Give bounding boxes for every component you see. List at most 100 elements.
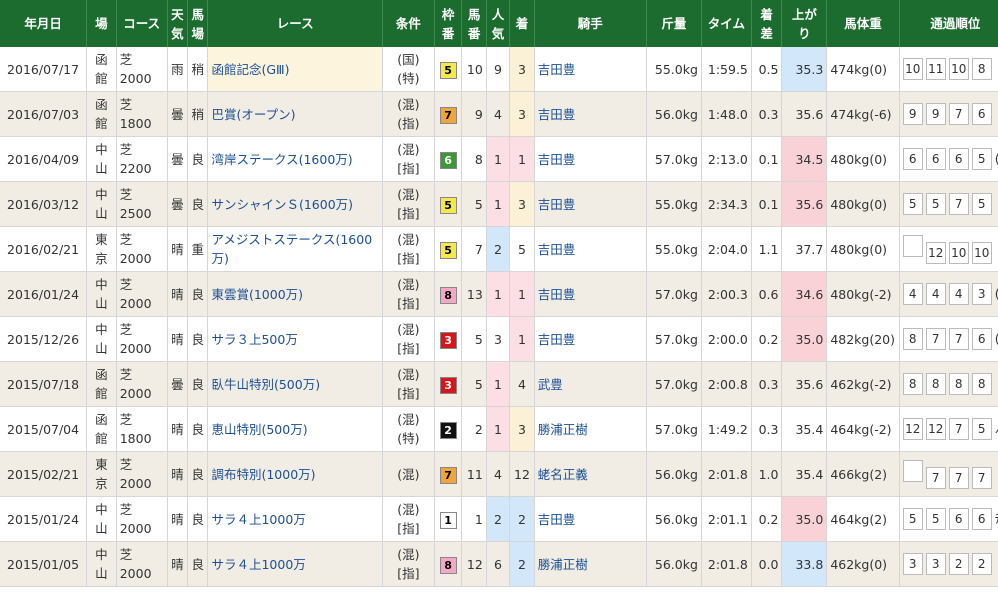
- header-popularity[interactable]: 人気: [486, 0, 511, 47]
- date-cell: 2016/03/12: [0, 181, 88, 227]
- header-waku[interactable]: 枠番: [434, 0, 463, 47]
- header-condition[interactable]: 条件: [382, 0, 435, 47]
- waku-badge: 8: [439, 556, 457, 574]
- waku-cell: 8: [434, 271, 463, 317]
- race-name-cell: アメジストステークス(1600万): [207, 226, 383, 272]
- pass-position: 7: [948, 466, 969, 489]
- finish-cell: 1: [509, 136, 535, 182]
- pass-position: 8: [948, 373, 969, 395]
- jockey-link[interactable]: 吉田豊: [538, 332, 576, 347]
- track-cell: 良: [187, 451, 209, 497]
- header-finish[interactable]: 着: [509, 0, 535, 47]
- jockey-link[interactable]: 吉田豊: [538, 287, 576, 302]
- jockey-cell: 勝浦正樹: [534, 541, 647, 587]
- time-cell: 1:48.0: [701, 91, 752, 137]
- pass-position: 8: [902, 328, 923, 350]
- jockey-cell: 吉田豊: [534, 316, 647, 362]
- pass-position: 3: [902, 553, 923, 575]
- passing-order-cell: 8776(: [899, 316, 998, 362]
- race-link[interactable]: サンシャインＳ(1600万): [211, 197, 353, 212]
- jockey-link[interactable]: 吉田豊: [538, 62, 576, 77]
- jockey-link[interactable]: 吉田豊: [538, 197, 576, 212]
- header-passing-order[interactable]: 通過順位: [899, 0, 998, 47]
- race-link[interactable]: サラ４上1000万: [211, 512, 305, 527]
- course-cell: 芝 2000: [116, 316, 168, 362]
- waku-badge: 5: [439, 196, 457, 214]
- table-row: 2016/04/09 中山 芝 2200 曇 良 湾岸ステークス(1600万) (…: [0, 136, 998, 182]
- body-weight-cell: 462kg(0): [826, 541, 900, 587]
- condition-cell: (混) [指]: [382, 226, 435, 272]
- date-cell: 2016/01/24: [0, 271, 88, 317]
- track-cell: 良: [187, 541, 209, 587]
- margin-cell: 0.2: [751, 316, 783, 362]
- header-place[interactable]: 場: [86, 0, 117, 47]
- table-row: 2016/02/21 東京 芝 2000 晴 重 アメジストステークス(1600万…: [0, 226, 998, 272]
- popularity-cell: 1: [486, 136, 511, 182]
- jockey-link[interactable]: 勝浦正樹: [538, 557, 588, 572]
- weather-cell: 雨: [167, 47, 189, 92]
- race-link[interactable]: 東雲賞(1000万): [211, 287, 303, 302]
- body-weight-cell: 474kg(-6): [826, 91, 900, 137]
- place-cell: 東京: [86, 451, 117, 497]
- passing-order-cell: 10 11 10 8: [899, 47, 998, 92]
- header-course[interactable]: コース: [116, 0, 168, 47]
- race-link[interactable]: アメジストステークス(1600万): [211, 232, 372, 266]
- place-cell: 中山: [86, 316, 117, 362]
- weather-cell: 曇: [167, 361, 189, 407]
- jockey-link[interactable]: 蛯名正義: [538, 467, 588, 482]
- header-umaban[interactable]: 馬番: [461, 0, 487, 47]
- pass-position: 10: [948, 241, 969, 264]
- pass-position: 3: [971, 283, 992, 305]
- popularity-cell: 4: [486, 91, 511, 137]
- race-link[interactable]: 巴賞(オープン): [211, 107, 295, 122]
- jockey-link[interactable]: 吉田豊: [538, 242, 576, 257]
- jockey-link[interactable]: 吉田豊: [538, 107, 576, 122]
- last3f-cell: 37.7: [781, 226, 828, 272]
- race-name-cell: 東雲賞(1000万): [207, 271, 383, 317]
- umaban-cell: 13: [461, 271, 487, 317]
- waku-cell: 2: [434, 406, 463, 452]
- umaban-cell: 11: [461, 451, 487, 497]
- course-cell: 芝 2000: [116, 47, 168, 92]
- condition-cell: (混) (指): [382, 91, 435, 137]
- header-weight[interactable]: 斤量: [646, 0, 702, 47]
- place-cell: 中山: [86, 496, 117, 542]
- jockey-link[interactable]: 吉田豊: [538, 512, 576, 527]
- body-weight-cell: 480kg(0): [826, 136, 900, 182]
- race-link[interactable]: 臥牛山特別(500万): [211, 377, 320, 392]
- header-date[interactable]: 年月日: [0, 0, 88, 47]
- header-race[interactable]: レース: [207, 0, 383, 47]
- popularity-cell: 3: [486, 316, 511, 362]
- race-link[interactable]: 恵山特別(500万): [211, 422, 307, 437]
- pass-position: 5: [971, 418, 992, 440]
- header-weather[interactable]: 天気: [167, 0, 189, 47]
- jockey-cell: 勝浦正樹: [534, 406, 647, 452]
- time-cell: 1:49.2: [701, 406, 752, 452]
- race-link[interactable]: 函館記念(GⅢ): [211, 62, 289, 77]
- time-cell: 2:13.0: [701, 136, 752, 182]
- race-link[interactable]: 調布特別(1000万): [211, 467, 315, 482]
- race-link[interactable]: サラ４上1000万: [211, 557, 305, 572]
- condition-cell: (混) [指]: [382, 496, 435, 542]
- table-row: 2016/03/12 中山 芝 2500 曇 良 サンシャインＳ(1600万) (…: [0, 181, 998, 227]
- last3f-cell: 34.6: [781, 271, 828, 317]
- header-body-weight[interactable]: 馬体重: [826, 0, 900, 47]
- header-margin[interactable]: 着差: [751, 0, 783, 47]
- pass-position: 4: [925, 283, 946, 305]
- jockey-link[interactable]: 吉田豊: [538, 152, 576, 167]
- header-track[interactable]: 馬場: [187, 0, 209, 47]
- race-link[interactable]: サラ３上500万: [211, 332, 297, 347]
- jockey-link[interactable]: 勝浦正樹: [538, 422, 588, 437]
- time-cell: 2:01.8: [701, 451, 752, 497]
- header-time[interactable]: タイム: [701, 0, 752, 47]
- place-cell: 中山: [86, 136, 117, 182]
- time-cell: 1:59.5: [701, 47, 752, 92]
- finish-cell: 3: [509, 47, 535, 92]
- header-last3f[interactable]: 上がり: [781, 0, 828, 47]
- waku-cell: 5: [434, 226, 463, 272]
- jockey-link[interactable]: 武豊: [538, 377, 563, 392]
- header-jockey[interactable]: 騎手: [534, 0, 647, 47]
- margin-cell: 0.6: [751, 271, 783, 317]
- race-link[interactable]: 湾岸ステークス(1600万): [211, 152, 352, 167]
- margin-cell: 0.3: [751, 406, 783, 452]
